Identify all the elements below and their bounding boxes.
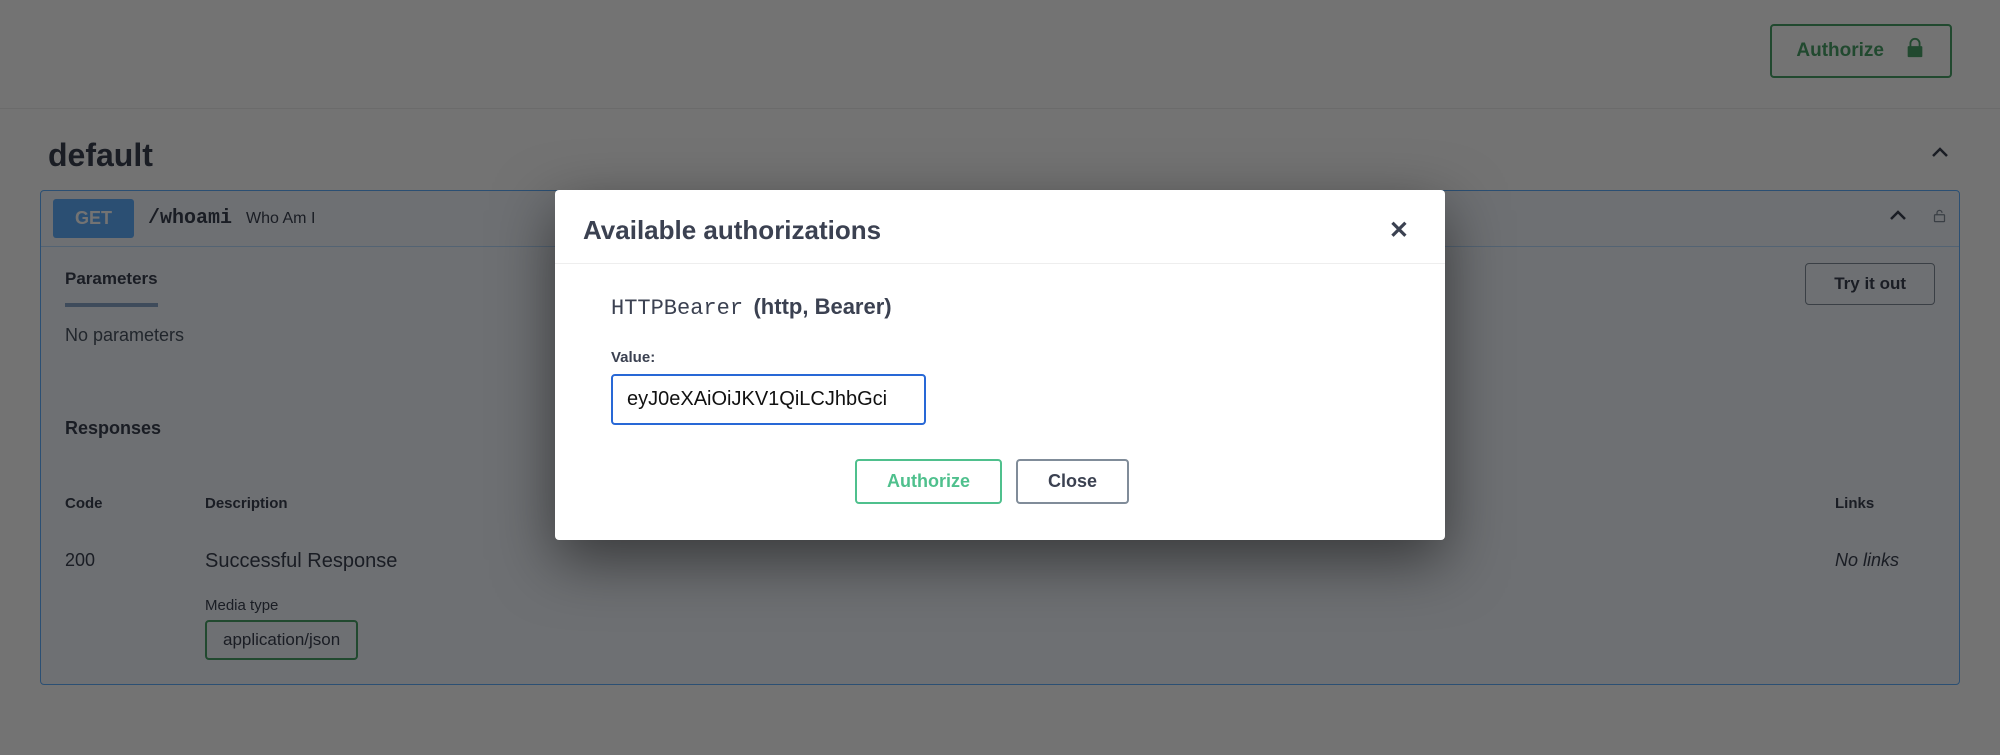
auth-modal: Available authorizations ✕ HTTPBearer (h… xyxy=(555,190,1445,540)
modal-actions: Authorize Close xyxy=(855,459,1415,504)
modal-body: HTTPBearer (http, Bearer) Value: Authori… xyxy=(555,264,1445,540)
value-label: Value: xyxy=(611,349,1415,366)
token-input[interactable] xyxy=(611,374,926,425)
modal-close-button[interactable]: Close xyxy=(1016,459,1129,504)
modal-title: Available authorizations xyxy=(583,215,881,246)
auth-scheme-name: HTTPBearer xyxy=(611,296,743,321)
auth-scheme-type: (http, Bearer) xyxy=(753,294,891,319)
modal-header: Available authorizations ✕ xyxy=(555,190,1445,264)
close-icon[interactable]: ✕ xyxy=(1381,212,1417,249)
modal-overlay[interactable]: Available authorizations ✕ HTTPBearer (h… xyxy=(0,0,2000,755)
modal-authorize-button[interactable]: Authorize xyxy=(855,459,1002,504)
